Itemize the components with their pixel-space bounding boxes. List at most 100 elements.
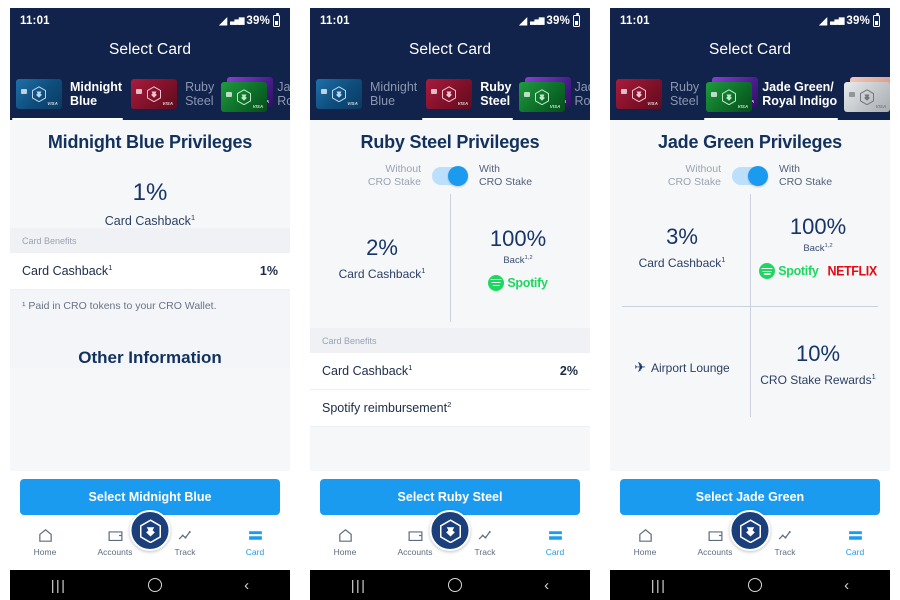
card-chip-icon [321,89,327,94]
card-tab-ruby[interactable]: VISA Ruby Steel [610,68,702,120]
spotify-mark-icon [488,274,505,291]
benefit-value: 1% [259,264,278,278]
cro-stake-switch[interactable] [732,165,768,186]
primary-stat: 1% Card Cashback1 [10,153,290,228]
card-tab-label: Midnight Blue [370,80,418,108]
footnote-marker: 1 [190,212,196,222]
privilege-value: 100% [489,225,547,251]
cro-lion-icon [441,86,457,103]
visa-logo-icon: VISA [457,101,469,106]
card-chip-icon [849,92,856,97]
privilege-cell: 100% Back1,2 Spotify NETFLIX [750,188,886,306]
cro-logo-icon[interactable] [129,510,171,551]
card-chip-icon [431,89,438,94]
cro-stake-toggle-row[interactable]: Without CRO Stake With CRO Stake [610,153,890,188]
home-button[interactable] [148,578,163,592]
wallet-icon [707,527,724,544]
footnote-text: ¹ Paid in CRO tokens to your CRO Wallet. [10,290,290,322]
nav-item-home[interactable]: Home [610,527,680,557]
toggle-label-without: Without CRO Stake [667,163,721,188]
card-tab-jade[interactable]: VISAVISAJadRo [217,68,290,120]
card-thumbnail-jade: VISAVISA [220,77,274,112]
benefit-row: Card Cashback1 1% [10,253,290,290]
signal-icon: ▃▅▇ [530,18,544,25]
bottom-nav: Home Accounts Track Card [610,510,890,570]
footnote-marker: 1,2 [524,254,533,261]
nav-item-card[interactable]: Card [520,527,590,557]
credit-card-icon [247,527,264,544]
card-art-ruby: VISA [131,79,178,109]
card-chip-icon [136,89,143,94]
status-time: 11:01 [20,15,50,27]
status-time: 11:01 [320,15,350,27]
nav-item-label: Home [33,547,57,557]
card-tab-strip[interactable]: VISA MidnightBlue VISA RubySteelVISAVISAJad… [310,68,590,120]
privilege-caption: CRO Stake Rewards1 [760,372,876,388]
card-chip-icon [621,89,627,94]
card-art-jade: VISA [221,82,268,112]
recents-button[interactable]: ||| [51,578,66,592]
signal-icon: ▃▅▇ [830,18,844,25]
toggle-label-with: With CRO Stake [779,163,833,188]
nav-item-card[interactable]: Card [220,527,290,557]
privilege-value: 3% [666,223,698,249]
bottom-nav: Home Accounts Track Card [310,510,590,570]
status-battery-percent: 39% [846,15,870,27]
card-art-jade: VISA [518,82,565,112]
visa-logo-icon: VISA [347,101,358,106]
card-tab-blue[interactable]: VISA Midnight Blue [310,68,420,120]
chart-line-icon [477,527,494,544]
phone-header: 11:01 ◢ ▃▅▇ 39% Select Card VISA Midnight Blue V… [310,8,590,120]
device-frame: 11:01 ◢ ▃▅▇ 39% Select Card VISA Midnight Blue V… [10,8,290,600]
device-frame: 11:01 ◢ ▃▅▇ 39% Select Card VISA Ruby Steel VISA… [610,8,890,600]
bottom-nav: Home Accounts Track Card [10,510,290,570]
benefit-row: Spotify reimbursement2 [310,390,590,427]
card-tab-silver[interactable]: VISAVISA [840,68,890,120]
nav-item-label: Home [633,547,657,557]
primary-stat-value: 1% [132,179,168,206]
card-art-ruby: VISA [616,79,662,109]
phone-screen-midnight-blue: 11:01 ◢ ▃▅▇ 39% Select Card VISA Midnight Blue V… [0,0,300,600]
privilege-caption: Card Cashback1 [338,266,426,281]
footnote-marker: 2 [447,399,452,409]
battery-icon [573,13,580,27]
recents-button[interactable]: ||| [351,578,366,592]
privilege-cell: 2% Card Cashback1 [314,188,450,328]
nav-item-label: Card [545,547,565,557]
card-thumbnail-jade: VISAVISA [518,77,571,112]
benefit-label: Card Cashback1 [322,362,413,378]
cro-stake-switch[interactable] [432,165,468,186]
card-art-silver: VISA [844,82,890,112]
card-tab-label: JadRo [277,80,290,108]
recents-button[interactable]: ||| [651,578,666,592]
page-title: Select Card [108,41,192,58]
nav-item-card[interactable]: Card [820,527,890,557]
card-chip-icon [226,92,233,97]
cro-logo-icon[interactable] [729,510,771,551]
back-button[interactable]: ‹ [244,578,249,593]
nav-item-home[interactable]: Home [310,527,380,557]
card-tab-blue[interactable]: VISA Midnight Blue [10,68,125,120]
cro-lion-glyph [438,518,462,543]
back-button[interactable]: ‹ [844,578,849,593]
card-tab-strip[interactable]: VISA MidnightBlue VISA RubySteelVISAVISAJad… [10,68,290,120]
wifi-icon: ◢ [819,15,828,27]
spotify-logo-icon: Spotify [759,263,819,280]
home-button[interactable] [748,578,763,592]
nav-item-home[interactable]: Home [10,527,80,557]
grid-divider-horizontal [622,305,878,307]
card-tab-strip[interactable]: VISARubySteelVISAVISAJade Green/Royal In… [610,68,890,120]
card-tab-jade[interactable]: VISAVISAJadRo [515,68,590,120]
card-tab-ruby[interactable]: VISA Ruby Steel [125,68,217,120]
cro-stake-toggle-row[interactable]: Without CRO Stake With CRO Stake [310,153,590,188]
card-tab-jade[interactable]: VISAVISAJade Green/Royal Indigo [702,68,840,120]
cro-logo-icon[interactable] [429,510,471,551]
home-button[interactable] [448,578,463,592]
home-icon [37,527,54,544]
card-tab-ruby[interactable]: VISA Ruby Steel [420,68,514,120]
cro-lion-icon [721,89,737,106]
privilege-caption: ✈ Airport Lounge [634,358,730,375]
back-button[interactable]: ‹ [544,578,549,593]
partner-logos: Spotify NETFLIX [759,254,877,280]
credit-card-icon [847,527,864,544]
